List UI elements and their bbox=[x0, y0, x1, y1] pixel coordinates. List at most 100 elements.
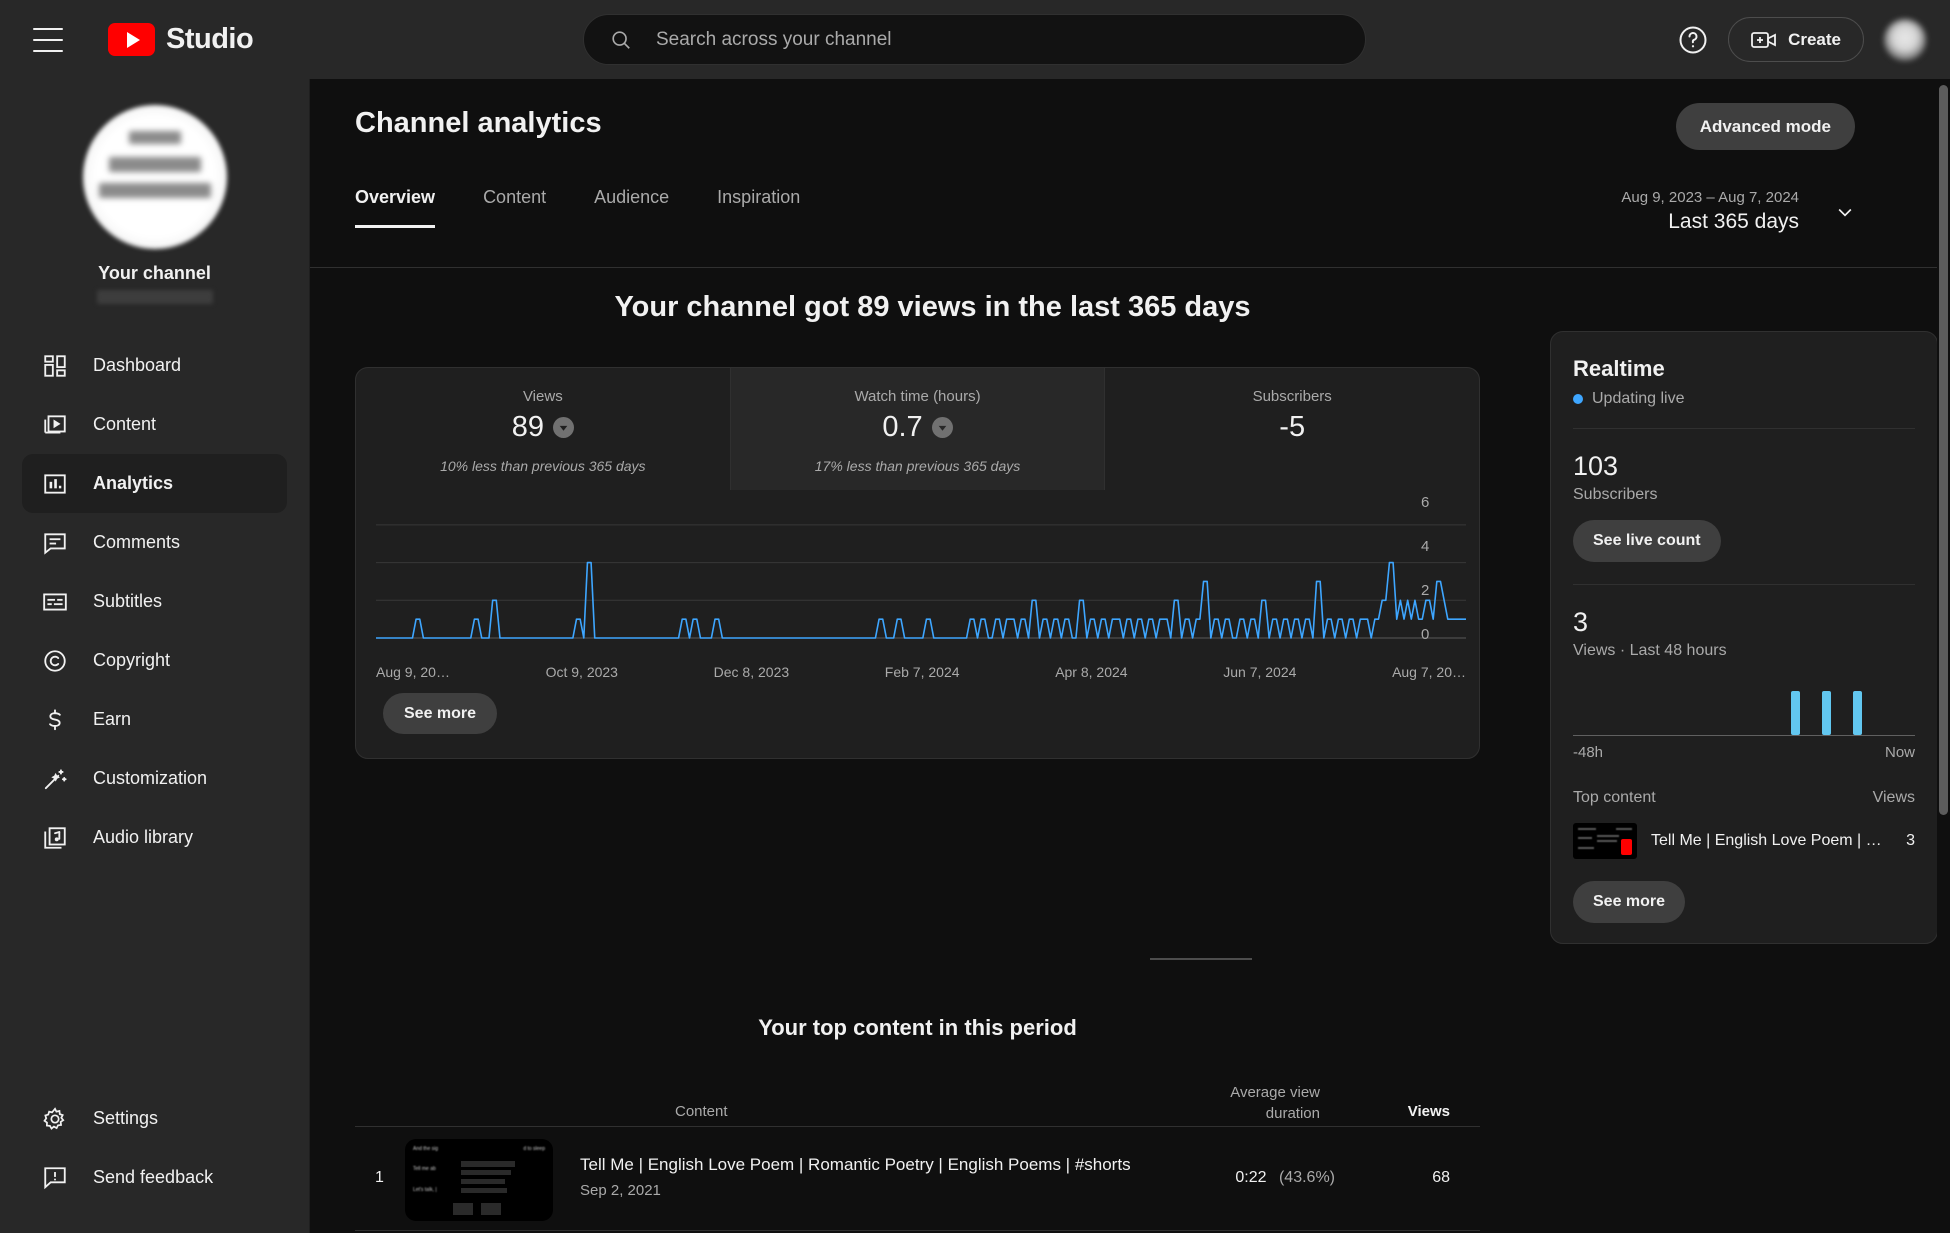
tab-audience[interactable]: Audience bbox=[570, 187, 693, 228]
sidebar-item-send-feedback[interactable]: Send feedback bbox=[22, 1148, 287, 1207]
channel-avatar[interactable] bbox=[82, 105, 227, 249]
sparkline-end-label: Now bbox=[1884, 744, 1915, 761]
dashboard-icon bbox=[44, 354, 66, 377]
chevron-down-icon bbox=[1838, 208, 1852, 217]
realtime-views-count: 3 bbox=[1573, 607, 1589, 637]
sidebar-item-earn[interactable]: Earn bbox=[22, 690, 287, 749]
feedback-icon bbox=[44, 1166, 66, 1189]
tabs-divider bbox=[310, 267, 1938, 268]
overview-headline: Your channel got 89 views in the last 36… bbox=[614, 291, 1251, 323]
sidebar-item-content[interactable]: Content bbox=[22, 395, 287, 454]
x-tick-label: Apr 8, 2024 bbox=[1055, 664, 1128, 680]
youtube-play-icon bbox=[108, 23, 155, 56]
create-button[interactable]: Create bbox=[1728, 17, 1864, 62]
trend-down-icon bbox=[552, 417, 574, 438]
realtime-live-label: Updating live bbox=[1592, 390, 1685, 407]
row-rank: 1 bbox=[375, 1169, 384, 1186]
date-range-dates: Aug 9, 2023 – Aug 7, 2024 bbox=[1621, 189, 1799, 206]
column-header-views: Views bbox=[1407, 1103, 1450, 1120]
sidebar-item-audio-library[interactable]: Audio library bbox=[22, 808, 287, 867]
section-divider bbox=[1150, 958, 1252, 960]
realtime-live-status: Updating live bbox=[1573, 390, 1915, 408]
sparkline-bar bbox=[1852, 691, 1862, 735]
metric-delta: 17% less than previous 365 days bbox=[814, 458, 1021, 474]
realtime-card: Realtime Updating live 103 Subscribers S… bbox=[1550, 331, 1938, 944]
youtube-studio-logo[interactable]: Studio bbox=[108, 23, 254, 56]
metric-subscribers[interactable]: Subscribers -5 bbox=[1105, 368, 1479, 490]
hamburger-menu-icon[interactable] bbox=[33, 27, 63, 52]
sidebar-item-comments[interactable]: Comments bbox=[22, 513, 287, 572]
sidebar-item-customization[interactable]: Customization bbox=[22, 749, 287, 808]
sparkline-bar bbox=[1790, 691, 1800, 735]
date-range-selector[interactable]: Aug 9, 2023 – Aug 7, 2024 Last 365 days bbox=[1621, 189, 1855, 234]
tab-inspiration[interactable]: Inspiration bbox=[693, 187, 824, 228]
sidebar-item-label: Comments bbox=[93, 532, 181, 552]
sidebar-item-label: Send feedback bbox=[93, 1167, 214, 1187]
realtime-subscribers-count: 103 bbox=[1573, 451, 1619, 481]
comments-icon bbox=[44, 532, 66, 555]
help-icon[interactable] bbox=[1678, 25, 1708, 55]
video-date: Sep 2, 2021 bbox=[580, 1182, 661, 1199]
sidebar-item-label: Earn bbox=[93, 709, 132, 729]
top-content-title: Your top content in this period bbox=[758, 1015, 1077, 1040]
sparkline-bar bbox=[1821, 691, 1831, 735]
column-header-content: Content bbox=[675, 1103, 728, 1120]
chart-y-axis: 6 4 2 0 bbox=[1421, 494, 1465, 660]
account-avatar[interactable] bbox=[1884, 18, 1926, 61]
sidebar-item-subtitles[interactable]: Subtitles bbox=[22, 572, 287, 631]
search-container bbox=[583, 14, 1366, 65]
chart-see-more-button[interactable]: See more bbox=[383, 693, 498, 734]
y-tick-label: 2 bbox=[1421, 582, 1430, 599]
dollar-icon bbox=[49, 708, 61, 730]
realtime-video-title: Tell Me | English Love Poem | … bbox=[1651, 832, 1882, 849]
table-row[interactable]: 1 And the sig d to sleep Tell me ab Let'… bbox=[355, 1127, 1480, 1231]
realtime-content-row[interactable]: Tell Me | English Love Poem | … 3 bbox=[1573, 823, 1915, 859]
create-video-icon bbox=[1751, 31, 1776, 48]
views-chart-svg bbox=[376, 524, 1466, 639]
advanced-mode-button[interactable]: Advanced mode bbox=[1675, 103, 1855, 150]
sidebar-item-label: Analytics bbox=[93, 473, 174, 493]
content-video-icon bbox=[44, 414, 66, 434]
views-cell: 68 bbox=[1432, 1169, 1450, 1186]
metric-value: 89 bbox=[511, 411, 544, 443]
metrics-card: Views 89 10% less than previous 365 days… bbox=[355, 367, 1480, 759]
metric-value-wrap: -5 bbox=[1105, 411, 1479, 444]
tab-overview[interactable]: Overview bbox=[355, 187, 459, 228]
metric-label: Watch time (hours) bbox=[854, 388, 981, 405]
copyright-icon bbox=[44, 649, 66, 672]
sidebar-item-label: Settings bbox=[93, 1108, 159, 1128]
sidebar-item-analytics[interactable]: Analytics bbox=[22, 454, 287, 513]
channel-handle bbox=[96, 290, 213, 304]
sidebar-bottom-nav: Settings Send feedback bbox=[0, 1089, 309, 1207]
sidebar-item-label: Customization bbox=[93, 768, 208, 788]
metric-value-wrap: 0.7 bbox=[731, 411, 1105, 444]
search-box[interactable] bbox=[583, 14, 1366, 65]
realtime-subscribers-label: Subscribers bbox=[1573, 486, 1658, 503]
realtime-see-more-button[interactable]: See more bbox=[1573, 881, 1686, 923]
sparkline-axis bbox=[1573, 735, 1915, 736]
sidebar-nav: Dashboard Content Analytics Comments Sub… bbox=[0, 336, 309, 867]
create-button-label: Create bbox=[1788, 29, 1841, 49]
channel-block: Your channel bbox=[0, 79, 309, 304]
trend-down-icon bbox=[931, 417, 953, 438]
sidebar-item-copyright[interactable]: Copyright bbox=[22, 631, 287, 690]
analytics-bars-icon bbox=[44, 473, 66, 494]
metric-watch-time[interactable]: Watch time (hours) 0.7 17% less than pre… bbox=[730, 368, 1106, 490]
see-live-count-button[interactable]: See live count bbox=[1573, 520, 1721, 562]
sidebar-item-dashboard[interactable]: Dashboard bbox=[22, 336, 287, 395]
scrollbar-thumb[interactable] bbox=[1939, 85, 1948, 815]
analytics-tabs: Overview Content Audience Inspiration bbox=[355, 187, 824, 228]
x-tick-label: Aug 9, 20… bbox=[376, 664, 450, 680]
main-content: Channel analytics Advanced mode Overview… bbox=[310, 79, 1938, 1233]
y-tick-label: 0 bbox=[1421, 626, 1430, 643]
x-tick-label: Feb 7, 2024 bbox=[884, 664, 960, 680]
page-scrollbar[interactable] bbox=[1937, 79, 1950, 1233]
metric-label: Subscribers bbox=[1252, 388, 1332, 405]
metric-value-wrap: 89 bbox=[356, 411, 730, 444]
metric-views[interactable]: Views 89 10% less than previous 365 days bbox=[356, 368, 731, 490]
tab-content[interactable]: Content bbox=[459, 187, 570, 228]
top-content-label: Top content bbox=[1573, 789, 1656, 806]
search-input[interactable] bbox=[656, 28, 1339, 51]
sidebar-item-settings[interactable]: Settings bbox=[22, 1089, 287, 1148]
realtime-views-label: Views · Last 48 hours bbox=[1573, 642, 1727, 659]
